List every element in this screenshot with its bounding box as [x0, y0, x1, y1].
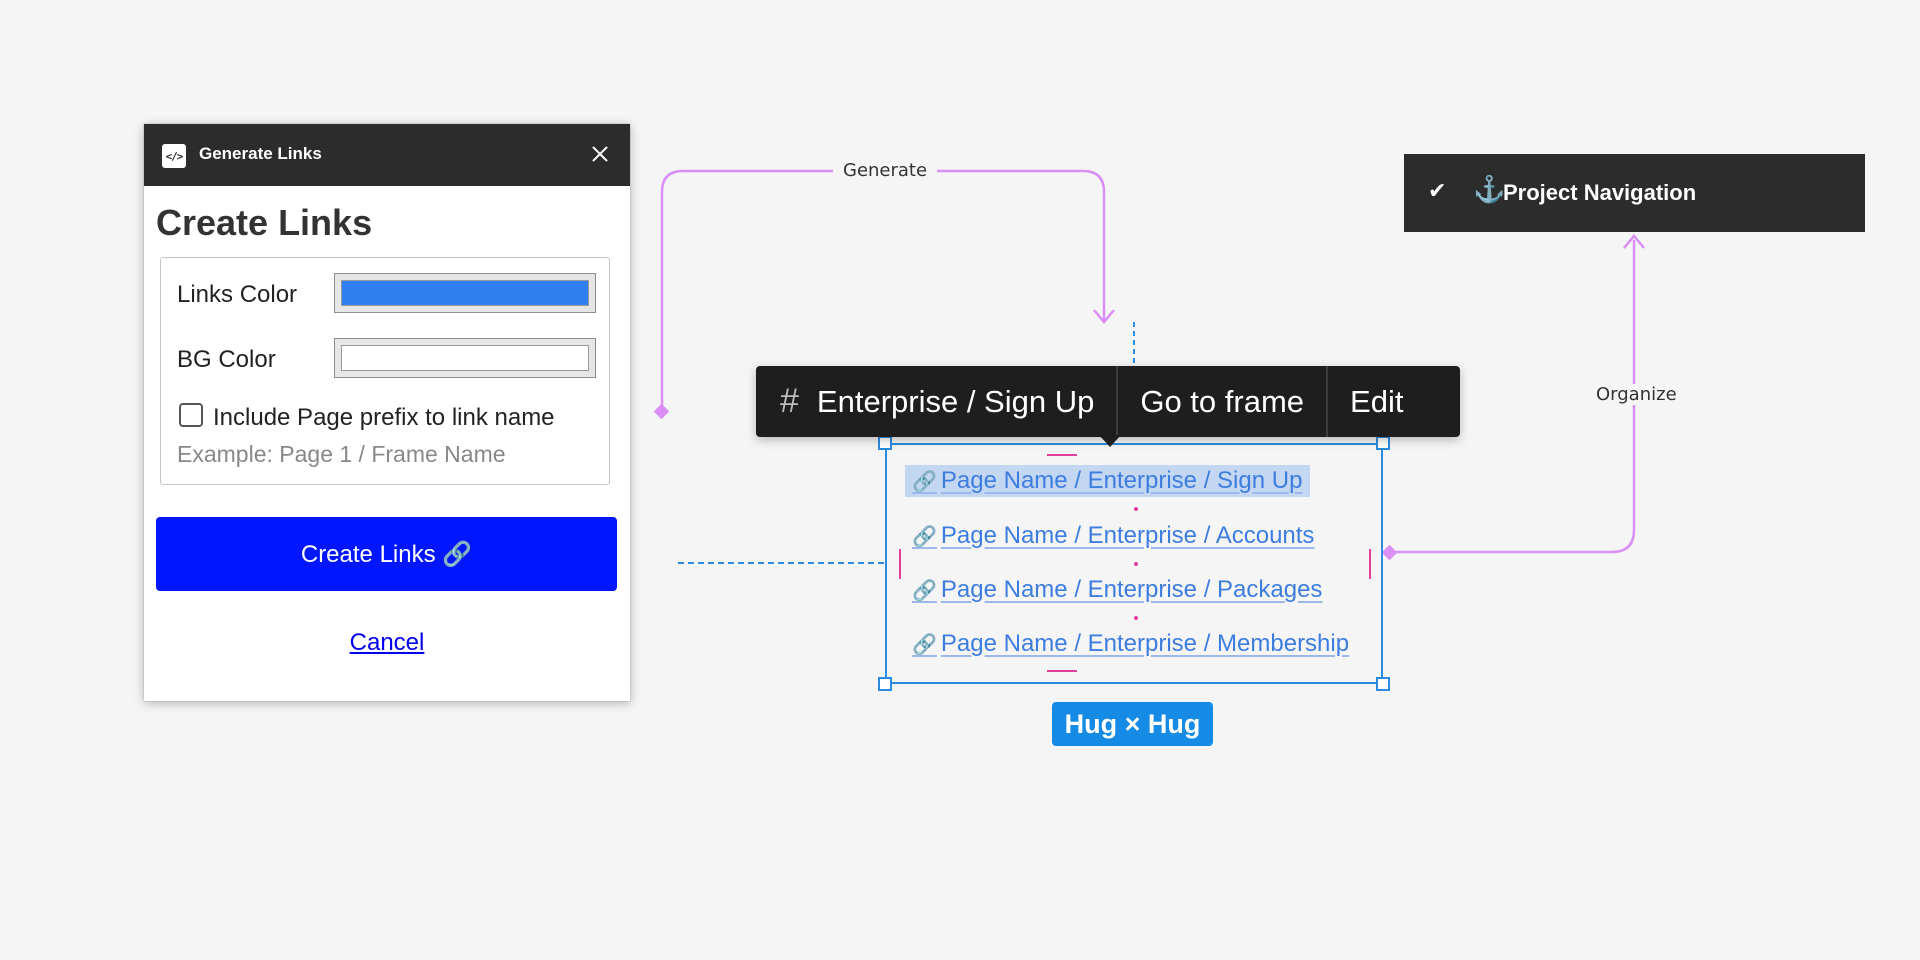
gap-marker: [1134, 616, 1138, 620]
project-navigation-bar[interactable]: ✔ ⚓ Project Navigation: [1404, 154, 1865, 232]
link-icon: 🔗: [912, 471, 937, 493]
link-item[interactable]: 🔗 Page Name / Enterprise / Accounts: [912, 522, 1314, 550]
links-color-label: Links Color: [177, 281, 298, 308]
generate-links-dialog: </> Generate Links Create Links Links Co…: [144, 124, 630, 701]
link-icon: 🔗: [912, 580, 937, 602]
close-icon[interactable]: [586, 140, 614, 168]
link-label: Page Name / Enterprise / Packages: [940, 576, 1323, 603]
generate-start-dot: [653, 403, 670, 420]
check-icon: ✔: [1428, 178, 1447, 203]
resize-handle-top-left[interactable]: [878, 436, 892, 450]
dialog-title: Generate Links: [199, 144, 322, 163]
link-label: Page Name / Enterprise / Accounts: [940, 522, 1315, 549]
padding-top-marker: [1047, 454, 1077, 456]
bg-color-label: BG Color: [177, 346, 276, 373]
anchor-icon: ⚓: [1473, 174, 1506, 204]
dialog-titlebar: </> Generate Links: [144, 124, 630, 186]
bg-color-picker[interactable]: [334, 338, 596, 378]
page-title: Create Links: [156, 202, 373, 243]
gap-marker: [1134, 562, 1138, 566]
create-links-button[interactable]: Create Links 🔗: [156, 517, 617, 591]
page-prefix-checkbox[interactable]: [179, 403, 203, 427]
organize-start-dot: [1381, 544, 1398, 561]
resize-handle-bottom-left[interactable]: [878, 677, 892, 691]
padding-left-marker: [899, 549, 901, 579]
gap-marker: [1134, 507, 1138, 511]
link-label: Page Name / Enterprise / Sign Up: [940, 467, 1303, 494]
bg-color-swatch: [341, 345, 589, 371]
padding-bottom-marker: [1047, 670, 1077, 672]
frame-name: Enterprise / Sign Up: [816, 383, 1095, 419]
link-icon: 🔗: [912, 526, 937, 548]
resize-handle-top-right[interactable]: [1376, 436, 1390, 450]
generate-label: Generate: [833, 160, 938, 181]
links-color-swatch: [341, 280, 589, 306]
padding-right-marker: [1369, 549, 1371, 579]
page-prefix-label[interactable]: Include Page prefix to link name: [213, 404, 555, 432]
link-icon: 🔗: [912, 634, 937, 656]
link-item[interactable]: 🔗 Page Name / Enterprise / Packages: [912, 576, 1322, 604]
frame-toolbar: # Enterprise / Sign Up Go to frame Edit: [756, 366, 1460, 437]
resize-handle-bottom-right[interactable]: [1376, 677, 1390, 691]
go-to-frame-button[interactable]: Go to frame: [1118, 366, 1326, 437]
frame-icon: #: [780, 382, 799, 420]
toolbar-pointer: [1099, 435, 1121, 447]
link-item[interactable]: 🔗 Page Name / Enterprise / Sign Up: [905, 465, 1311, 497]
sizing-badge[interactable]: Hug × Hug: [1052, 702, 1213, 746]
link-item[interactable]: 🔗 Page Name / Enterprise / Membership: [912, 630, 1349, 658]
frame-name-segment[interactable]: # Enterprise / Sign Up: [756, 366, 1116, 437]
plugin-code-icon: </>: [162, 144, 186, 168]
options-group: Links Color BG Color Include Page prefix…: [160, 257, 610, 485]
organize-label: Organize: [1586, 384, 1687, 405]
edit-button[interactable]: Edit: [1328, 366, 1425, 437]
links-frame[interactable]: 🔗 Page Name / Enterprise / Sign Up 🔗 Page N…: [885, 443, 1383, 684]
link-label: Page Name / Enterprise / Membership: [940, 630, 1350, 657]
links-color-picker[interactable]: [334, 273, 596, 313]
project-navigation-label: Project Navigation: [1503, 180, 1697, 205]
example-hint: Example: Page 1 / Frame Name: [177, 441, 506, 467]
cancel-link[interactable]: Cancel: [144, 629, 630, 657]
